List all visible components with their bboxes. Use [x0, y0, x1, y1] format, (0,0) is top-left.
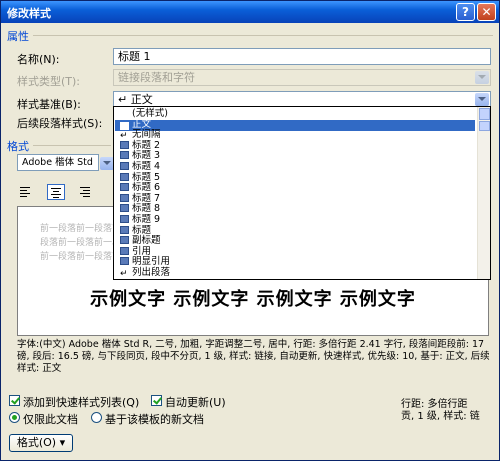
format-section-title: 格式: [7, 140, 29, 153]
properties-divider: [33, 35, 493, 36]
linked-style-icon: [120, 215, 129, 223]
dropdown-item[interactable]: ↵ 无间隔: [120, 129, 161, 142]
dropdown-item[interactable]: 副标题: [120, 236, 161, 246]
dropdown-item-label: 明显引用: [132, 256, 171, 268]
format-divider: [33, 145, 111, 146]
only-this-document-label: 仅限此文档: [23, 413, 78, 426]
selected-item-highlight: [115, 120, 475, 131]
dropdown-item-label: 列出段落: [132, 267, 171, 278]
linked-style-icon: [120, 204, 129, 213]
dropdown-item-label: 标题 3: [132, 150, 161, 162]
scroll-up-arrow[interactable]: [479, 108, 490, 120]
dropdown-item[interactable]: 标题 9: [120, 215, 160, 225]
dropdown-item-label: 引用: [132, 245, 152, 257]
name-input[interactable]: 标题 1: [113, 48, 491, 65]
align-left-button[interactable]: [17, 184, 35, 200]
linked-style-icon: [120, 162, 129, 170]
chevron-down-icon[interactable]: [475, 93, 489, 106]
dropdown-item-label: (无样式): [132, 108, 168, 119]
dropdown-item-label: 标题: [132, 224, 152, 236]
dropdown-item-label: 无间隔: [132, 129, 161, 141]
only-this-document-radio[interactable]: [9, 412, 20, 423]
overlapped-status-text: 行距: 多倍行距 贡, 1 级, 样式: 链: [401, 399, 480, 423]
paragraph-style-icon: ↵: [120, 120, 129, 131]
dropdown-item[interactable]: ↵ 列出段落: [120, 267, 171, 279]
linked-style-icon: [120, 151, 129, 160]
dropdown-item[interactable]: 标题 3: [120, 151, 160, 161]
dropdown-item-label: 标题 8: [132, 203, 161, 215]
properties-section-title: 属性: [7, 30, 29, 43]
style-base-dropdown-list[interactable]: (无样式) ↵ 正文 ↵ 无间隔 标题 2 标题 3 标题 4 标题 5 标题 6 标题 7 标题 8…: [113, 106, 491, 280]
dropdown-item[interactable]: 明显引用: [120, 257, 170, 267]
paragraph-style-icon: ↵: [120, 131, 129, 142]
linked-style-icon: [120, 257, 129, 266]
dropdown-item[interactable]: 标题 8: [120, 204, 160, 214]
new-template-label: 基于该模板的新文档: [105, 413, 204, 426]
linked-style-icon: [120, 172, 129, 181]
dropdown-item-label: 副标题: [132, 235, 161, 247]
format-menu-button[interactable]: 格式(O) ▾: [9, 434, 73, 452]
linked-style-icon: [120, 236, 129, 245]
style-type-select: 链接段落和字符: [113, 69, 491, 86]
close-button[interactable]: ✕: [477, 3, 496, 21]
help-button[interactable]: ?: [456, 3, 475, 21]
dropdown-item[interactable]: 标题 4: [120, 162, 160, 172]
chevron-down-icon[interactable]: [100, 157, 114, 170]
auto-update-checkbox[interactable]: [151, 395, 162, 406]
auto-update-label: 自动更新(U): [165, 396, 226, 409]
dropdown-item-label: 正文: [132, 118, 152, 130]
dropdown-item[interactable]: 引用: [120, 245, 152, 257]
preview-sample-text: 示例文字 示例文字 示例文字 示例文字: [90, 289, 416, 310]
add-quick-style-checkbox[interactable]: [9, 395, 20, 406]
linked-style-icon: [120, 225, 129, 234]
dropdown-item-label: 标题 6: [132, 182, 161, 194]
add-quick-style-label: 添加到快速样式列表(Q): [23, 396, 140, 409]
linked-style-icon: [120, 193, 129, 202]
dropdown-item[interactable]: (无样式): [120, 109, 168, 119]
linked-style-icon: [120, 140, 129, 149]
linked-style-icon: [120, 183, 129, 192]
next-style-label: 后续段落样式(S):: [17, 117, 103, 130]
chevron-down-icon: [475, 71, 489, 84]
title-bar: 修改样式 ? ✕: [1, 1, 499, 23]
style-description: 字体:(中文) Adobe 楷体 Std R, 二号, 加粗, 字距调整二号, …: [17, 339, 490, 374]
name-label: 名称(N):: [17, 53, 60, 66]
scroll-thumb[interactable]: [479, 121, 490, 131]
style-type-label: 样式类型(T):: [17, 75, 81, 88]
dropdown-scrollbar[interactable]: [477, 107, 490, 279]
dropdown-item-label: 标题 4: [132, 161, 161, 172]
dropdown-item-label: 标题 9: [132, 214, 161, 225]
style-type-value: 链接段落和字符: [118, 71, 195, 84]
dropdown-item-label: 标题 5: [132, 171, 161, 183]
status-line: 贡, 1 级, 样式: 链: [401, 411, 480, 422]
align-center-button[interactable]: [47, 184, 65, 200]
modify-style-dialog: 修改样式 ? ✕ 属性 名称(N): 标题 1 样式类型(T): 链接段落和字符…: [0, 0, 500, 461]
style-base-label: 样式基准(B):: [17, 98, 81, 111]
linked-style-icon: [120, 246, 129, 255]
dialog-title: 修改样式: [7, 7, 51, 20]
style-base-value: ↵ 正文: [118, 93, 153, 106]
font-select[interactable]: Adobe 楷体 Std: [17, 154, 99, 171]
new-template-radio[interactable]: [91, 412, 102, 423]
paragraph-style-icon: ↵: [120, 269, 129, 279]
dropdown-item[interactable]: 标题 6: [120, 183, 160, 193]
align-right-button[interactable]: [77, 184, 95, 200]
status-line: 行距: 多倍行距: [401, 399, 468, 410]
no-style-icon: [120, 109, 129, 117]
